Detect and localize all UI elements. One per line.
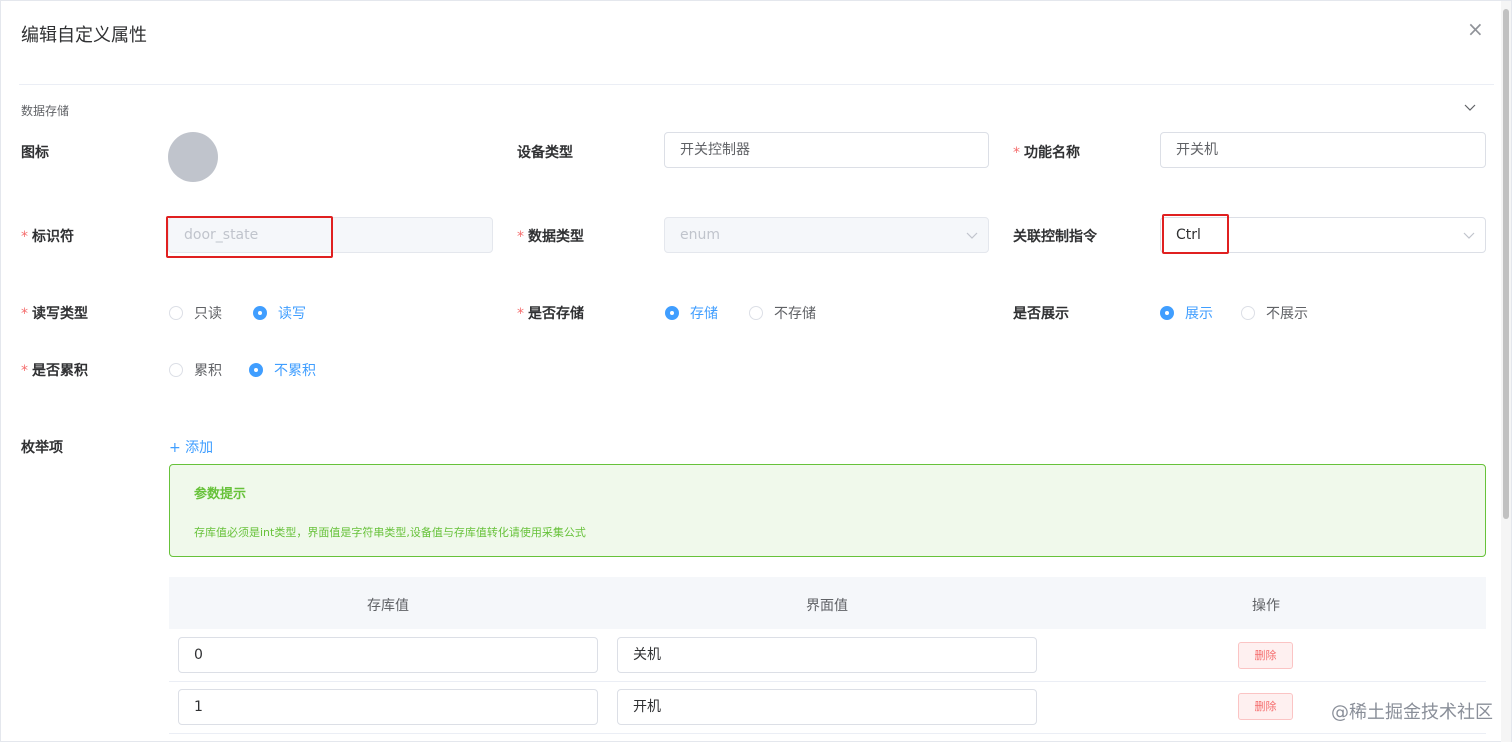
data-type-select[interactable]: enum (664, 217, 989, 253)
radio-display[interactable]: 展示 (1160, 303, 1213, 323)
radio-dot (1160, 306, 1174, 320)
device-type-input[interactable]: 开关控制器 (664, 132, 989, 168)
radio-dot (249, 363, 263, 377)
function-name-label: * 功能名称 (1013, 145, 1080, 161)
param-hint-alert: 参数提示 存库值必须是int类型，界面值是字符串类型,设备值与存库值转化请使用采… (169, 464, 1486, 557)
enum-label: 枚举项 (21, 440, 63, 456)
control-cmd-label: 关联控制指令 (1013, 229, 1097, 245)
enum-table-header: 存库值 界面值 操作 (169, 577, 1486, 629)
radio-dot (1241, 306, 1255, 320)
radio-dot (169, 306, 183, 320)
rw-type-label: * 读写类型 (21, 306, 88, 322)
ui-value-input[interactable]: 关机 (617, 637, 1037, 673)
row-divider (169, 681, 1486, 682)
radio-no-store[interactable]: 不存储 (749, 303, 816, 323)
radio-accumulate[interactable]: 累积 (169, 360, 222, 380)
radio-no-accumulate[interactable]: 不累积 (249, 360, 316, 380)
radio-store[interactable]: 存储 (665, 303, 718, 323)
scrollbar[interactable] (1501, 1, 1511, 742)
identifier-highlight-box (166, 216, 333, 258)
accumulate-label: * 是否累积 (21, 363, 88, 379)
device-type-label: 设备类型 (517, 145, 573, 161)
store-label: * 是否存储 (517, 306, 584, 322)
edit-custom-attribute-dialog: 编辑自定义属性 × 数据存储 图标 设备类型 开关控制器 * 功能名称 开关机 *… (0, 0, 1512, 742)
data-type-value: enum (680, 227, 720, 243)
store-value-input[interactable]: 0 (178, 637, 598, 673)
avatar[interactable] (168, 132, 218, 182)
close-icon[interactable]: × (1467, 19, 1484, 39)
radio-readwrite[interactable]: 读写 (253, 303, 306, 323)
chevron-down-icon (1463, 232, 1475, 239)
identifier-label: * 标识符 (21, 229, 74, 245)
store-value-input[interactable]: 1 (178, 689, 598, 725)
header-divider (19, 84, 1494, 85)
data-type-label: * 数据类型 (517, 229, 584, 245)
radio-dot (169, 363, 183, 377)
function-name-input[interactable]: 开关机 (1160, 132, 1486, 168)
icon-label: 图标 (21, 145, 49, 161)
add-enum-button[interactable]: + 添加 (169, 437, 213, 457)
column-header-action: 操作 (1252, 598, 1280, 614)
radio-dot (749, 306, 763, 320)
radio-dot (665, 306, 679, 320)
dialog-title: 编辑自定义属性 (21, 25, 147, 46)
delete-button[interactable]: 删除 (1238, 693, 1293, 720)
delete-button[interactable]: 删除 (1238, 642, 1293, 669)
column-header-store-value: 存库值 (367, 598, 409, 614)
radio-dot (253, 306, 267, 320)
radio-no-display[interactable]: 不展示 (1241, 303, 1308, 323)
chevron-down-icon (966, 232, 978, 239)
chevron-down-icon[interactable] (1463, 100, 1477, 114)
alert-title: 参数提示 (194, 487, 247, 502)
control-cmd-highlight-box (1162, 214, 1229, 254)
watermark: @稀土掘金技术社区 (1331, 702, 1493, 723)
ui-value-input[interactable]: 开机 (617, 689, 1037, 725)
alert-description: 存库值必须是int类型，界面值是字符串类型,设备值与存库值转化请使用采集公式 (194, 526, 586, 539)
display-label: 是否展示 (1013, 306, 1069, 322)
scrollbar-thumb[interactable] (1503, 9, 1509, 519)
radio-readonly[interactable]: 只读 (169, 303, 222, 323)
column-header-ui-value: 界面值 (806, 598, 848, 614)
row-divider (169, 733, 1486, 734)
section-title[interactable]: 数据存储 (21, 102, 69, 119)
